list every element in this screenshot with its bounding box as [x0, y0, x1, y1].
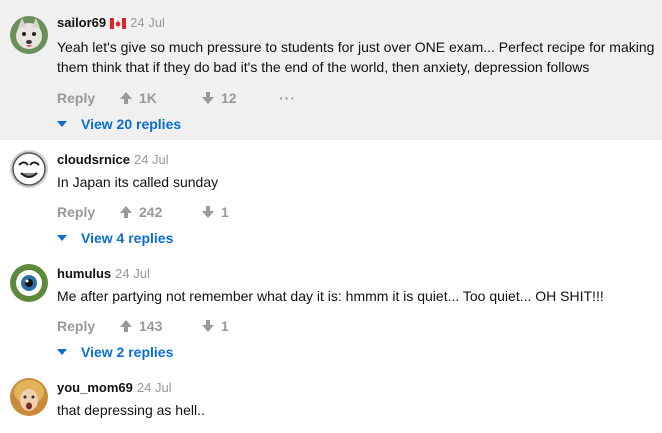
upvote-count: 143: [139, 318, 163, 334]
comment-date: 24 Jul: [115, 266, 150, 281]
upvote-button[interactable]: 242: [119, 203, 162, 221]
downvote-button[interactable]: 12: [201, 89, 237, 107]
reply-button[interactable]: Reply: [57, 89, 95, 107]
view-replies-button[interactable]: View 20 replies: [57, 115, 181, 133]
comment: you_mom69 24 Jul that depressing as hell.…: [0, 368, 662, 433]
view-replies-label: View 20 replies: [81, 116, 182, 132]
comment-meta: sailor69 24 Jul: [57, 15, 165, 33]
comment-date: 24 Jul: [136, 380, 172, 395]
comment-text: Yeah let's give so much pressure to stud…: [57, 39, 655, 75]
upvote-count: 242: [139, 204, 163, 220]
arrow-up-icon: [120, 320, 132, 332]
view-replies-button[interactable]: View 2 replies: [57, 343, 173, 361]
downvote-button[interactable]: 1: [201, 317, 229, 335]
downvote-count: 1: [221, 318, 229, 334]
comment-text: In Japan its called sunday: [57, 174, 219, 190]
username[interactable]: you_mom69: [57, 380, 133, 395]
arrow-up-icon: [120, 206, 132, 218]
avatar[interactable]: [10, 378, 48, 416]
username[interactable]: cloudsrnice: [57, 152, 130, 167]
comment-meta: cloudsrnice 24 Jul: [57, 152, 169, 168]
view-replies-button[interactable]: View 4 replies: [57, 229, 173, 247]
canada-flag-icon: [110, 17, 127, 33]
upvote-button[interactable]: 143: [119, 317, 162, 335]
username[interactable]: humulus: [57, 266, 111, 281]
upvote-count: 1K: [139, 90, 157, 106]
view-replies-label: View 2 replies: [81, 344, 174, 360]
username[interactable]: sailor69: [57, 15, 106, 30]
comment-meta: you_mom69 24 Jul: [57, 380, 172, 396]
caret-down-icon: [57, 235, 67, 241]
downvote-button[interactable]: 1: [201, 203, 229, 221]
view-replies-label: View 4 replies: [81, 230, 174, 246]
comment: humulus 24 Jul Me after partying not reme…: [0, 254, 662, 368]
comment: cloudsrnice 24 Jul In Japan its called su…: [0, 140, 662, 254]
reply-button[interactable]: Reply: [57, 203, 95, 221]
avatar[interactable]: [10, 150, 48, 188]
downvote-count: 12: [221, 90, 237, 106]
comment-text: Me after partying not remember what day …: [57, 288, 604, 304]
avatar[interactable]: [10, 16, 48, 54]
upvote-button[interactable]: 1K: [119, 89, 157, 107]
avatar[interactable]: [10, 264, 48, 302]
reply-button[interactable]: Reply: [57, 317, 95, 335]
comment-date: 24 Jul: [130, 15, 165, 30]
arrow-down-icon: [202, 320, 214, 332]
comment-text: that depressing as hell..: [57, 402, 205, 418]
comment: sailor69 24 Jul Yeah let's give so much p…: [0, 0, 662, 140]
arrow-up-icon: [120, 92, 132, 104]
comment-date: 24 Jul: [133, 152, 169, 167]
comment-meta: humulus 24 Jul: [57, 266, 150, 282]
arrow-down-icon: [202, 206, 214, 218]
caret-down-icon: [57, 121, 67, 127]
arrow-down-icon: [202, 92, 214, 104]
downvote-count: 1: [221, 204, 229, 220]
more-options-icon[interactable]: ···: [279, 89, 296, 107]
caret-down-icon: [57, 349, 67, 355]
